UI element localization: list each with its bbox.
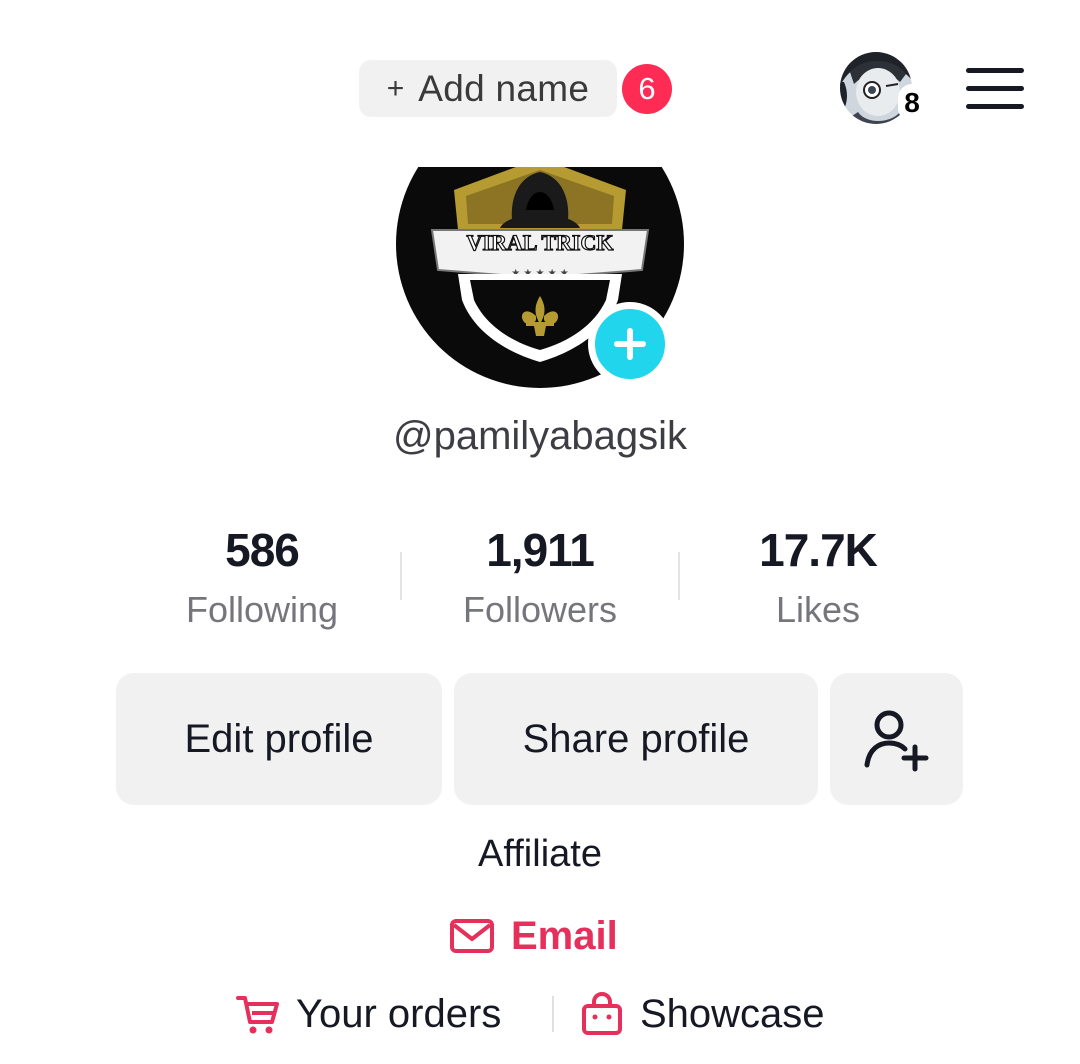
link-divider: [552, 996, 554, 1032]
showcase-link[interactable]: Showcase: [580, 988, 825, 1040]
add-friend-icon: [864, 710, 928, 772]
hamburger-menu-icon[interactable]: [966, 66, 1026, 112]
logo-text: VIRAL TRICK: [467, 230, 614, 255]
bio-text: Affiliate: [478, 833, 602, 875]
stat-followers[interactable]: 1,911 Followers: [410, 522, 670, 632]
stat-likes[interactable]: 17.7K Likes: [688, 522, 948, 632]
following-count: 586: [225, 524, 300, 576]
cart-icon: [236, 996, 279, 1034]
likes-count: 17.7K: [759, 524, 878, 576]
username: @pamilyabagsik: [392, 414, 688, 458]
share-profile-button[interactable]: Share profile: [454, 673, 818, 805]
stat-following[interactable]: 586 Following: [132, 522, 392, 632]
account-count-badge: 8: [898, 84, 926, 122]
edit-profile-button[interactable]: Edit profile: [116, 673, 442, 805]
add-friend-button[interactable]: [830, 673, 963, 805]
email-icon: [450, 919, 494, 953]
shopping-bag-icon: [582, 992, 622, 1035]
your-orders-link[interactable]: Your orders: [236, 988, 501, 1040]
plus-icon: [614, 328, 646, 360]
stat-divider: [400, 552, 402, 600]
your-orders-label: Your orders: [296, 991, 502, 1036]
stat-divider: [678, 552, 680, 600]
email-label: Email: [511, 913, 618, 958]
email-link[interactable]: Email: [449, 910, 618, 962]
followers-label: Followers: [462, 589, 618, 630]
add-photo-button[interactable]: [588, 302, 672, 386]
following-label: Following: [185, 589, 339, 630]
showcase-label: Showcase: [640, 991, 825, 1036]
followers-count: 1,911: [486, 524, 595, 576]
likes-label: Likes: [775, 589, 861, 630]
plus-icon: +: [386, 71, 405, 105]
